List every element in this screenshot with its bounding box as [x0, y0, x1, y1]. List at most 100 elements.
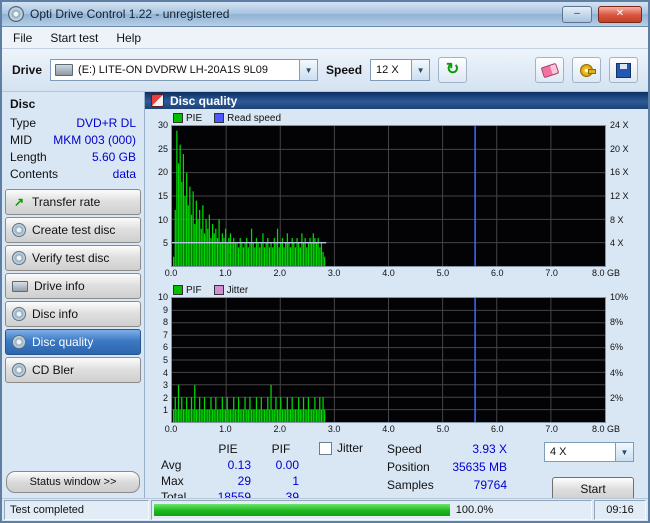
disc-section-header: Disc	[10, 97, 36, 111]
y-tick-label: 4	[162, 367, 168, 378]
x-tick-label: 1.0	[219, 424, 232, 434]
elapsed-time: 09:16	[594, 500, 646, 520]
sidebar-item-label: Drive info	[34, 279, 85, 293]
max-label: Max	[161, 474, 184, 488]
sidebar: Disc Type DVD+R DL MID MKM 003 (000) Len…	[2, 92, 145, 498]
avg-pif-value: 0.00	[275, 458, 299, 472]
pif-column-header: PIF	[271, 442, 291, 456]
progress-cell: 100.0%	[151, 500, 592, 520]
info-value: 5.60 GB	[91, 150, 136, 164]
stats-panel: PIE PIF Avg 0.13 0.00 Max 29 1 Total 185…	[145, 437, 648, 506]
menu-start-test[interactable]: Start test	[41, 29, 107, 47]
plot-svg	[172, 126, 605, 266]
position-label: Position	[387, 460, 430, 474]
chevron-down-icon[interactable]: ▼	[299, 60, 318, 80]
legend-item: PIF	[173, 285, 202, 296]
cd-bler-icon	[12, 363, 26, 377]
window-title: Opti Drive Control 1.22 - unregistered	[30, 7, 230, 21]
y-tick-label: 16 X	[610, 167, 629, 178]
pie-y-axis-right: 24 X 20 X 16 X 12 X 8 X 4 X	[606, 120, 644, 267]
erase-button[interactable]	[535, 57, 564, 83]
chevron-down-icon[interactable]: ▼	[615, 443, 633, 461]
speed-stat-value: 3.93 X	[472, 442, 508, 456]
speed-label: Speed	[326, 63, 363, 77]
y-tick-label: 10	[157, 214, 168, 225]
create-test-disc-icon	[12, 223, 26, 237]
panel-header: Disc quality	[145, 92, 648, 109]
max-pif-value: 1	[292, 474, 299, 488]
y-tick-label: 10	[157, 292, 168, 302]
chevron-down-icon[interactable]: ▼	[411, 60, 430, 80]
write-speed-value: 4 X	[550, 446, 567, 458]
info-value: MKM 003 (000)	[53, 133, 136, 147]
info-label: Contents	[10, 167, 59, 181]
time-text: 09:16	[606, 504, 634, 516]
x-tick-label: 4.0	[382, 424, 395, 434]
y-tick-label: 24 X	[610, 120, 629, 130]
drive-info-icon	[12, 280, 28, 292]
x-tick-label: 6.0	[490, 424, 504, 434]
minimize-button[interactable]: –	[562, 5, 592, 23]
save-button[interactable]	[609, 57, 638, 83]
x-tick-label: 3.0	[327, 424, 341, 434]
jitter-toggle[interactable]: Jitter	[319, 441, 363, 455]
status-text: Test completed	[10, 504, 84, 516]
jitter-checkbox[interactable]	[319, 441, 332, 455]
samples-label: Samples	[387, 478, 434, 492]
progress-bar-fill	[154, 504, 450, 516]
app-window: Opti Drive Control 1.22 - unregistered –…	[0, 0, 650, 523]
sidebar-item-label: Disc info	[32, 307, 79, 321]
sidebar-item-create-test-disc[interactable]: Create test disc	[5, 217, 141, 243]
x-tick-label: 7.0	[545, 268, 558, 278]
sidebar-item-disc-quality[interactable]: Disc quality	[5, 329, 141, 355]
y-tick-label: 2	[162, 392, 168, 403]
y-tick-label: 25	[157, 143, 168, 154]
status-message: Test completed	[4, 500, 149, 520]
refresh-button[interactable]: ↻	[438, 57, 468, 83]
legend-item: Jitter	[213, 285, 248, 296]
pie-chart: PIE Read speed 30 25 20 15 10 5 24 X 20 X 16 X 12…	[147, 111, 644, 281]
x-tick-label: 8.0 GB	[591, 268, 621, 278]
drive-toolbar: Drive (E:) LITE-ON DVDRW LH-20A1S 9L09 ▼…	[2, 49, 648, 92]
sidebar-item-label: CD Bler	[32, 363, 75, 377]
y-tick-label: 30	[157, 120, 168, 130]
license-button[interactable]	[572, 57, 601, 83]
sidebar-item-cd-bler[interactable]: CD Bler	[5, 357, 141, 383]
y-tick-label: 6	[162, 342, 168, 353]
panel-title: Disc quality	[170, 93, 238, 108]
disc-info-row: MID MKM 003 (000)	[2, 132, 144, 149]
legend-swatch	[173, 113, 183, 123]
info-value: data	[112, 167, 136, 181]
jitter-label: Jitter	[337, 441, 364, 455]
speed-select[interactable]: 12 X ▼	[370, 59, 431, 81]
x-tick-label: 5.0	[436, 268, 450, 278]
sidebar-item-transfer-rate[interactable]: ↗ Transfer rate	[5, 189, 141, 215]
drive-select[interactable]: (E:) LITE-ON DVDRW LH-20A1S 9L09 ▼	[50, 59, 319, 81]
drive-icon	[55, 64, 74, 76]
status-window-button[interactable]: Status window >>	[6, 471, 140, 493]
menu-file[interactable]: File	[4, 29, 41, 47]
write-speed-select[interactable]: 4 X ▼	[544, 442, 634, 462]
disc-info-row: Length 5.60 GB	[2, 149, 144, 166]
x-tick-label: 2.0	[273, 424, 287, 434]
sidebar-item-verify-test-disc[interactable]: Verify test disc	[5, 245, 141, 271]
sidebar-item-drive-info[interactable]: Drive info	[5, 273, 141, 299]
pif-chart-legend: PIF Jitter	[173, 283, 644, 297]
y-tick-label: 8%	[610, 317, 624, 328]
y-tick-label: 6%	[610, 342, 624, 353]
menu-help[interactable]: Help	[107, 29, 150, 47]
drive-select-value: (E:) LITE-ON DVDRW LH-20A1S 9L09	[78, 64, 268, 76]
info-value: DVD+R DL	[76, 116, 136, 130]
drive-label: Drive	[12, 63, 43, 77]
pif-x-axis: 0.0 1.0 2.0 3.0 4.0 5.0 6.0 7.0 8.0 GB	[165, 424, 620, 437]
y-tick-label: 20	[157, 167, 168, 178]
close-button[interactable]: ✕	[598, 5, 642, 23]
eraser-icon	[540, 62, 559, 78]
disc-quality-header-icon	[151, 94, 164, 107]
sidebar-item-label: Create test disc	[32, 223, 116, 237]
title-bar[interactable]: Opti Drive Control 1.22 - unregistered –…	[2, 2, 648, 27]
y-tick-label: 7	[162, 329, 168, 340]
x-tick-label: 0.0	[164, 268, 178, 278]
disc-info-row: Type DVD+R DL	[2, 115, 144, 132]
sidebar-item-disc-info[interactable]: Disc info	[5, 301, 141, 327]
